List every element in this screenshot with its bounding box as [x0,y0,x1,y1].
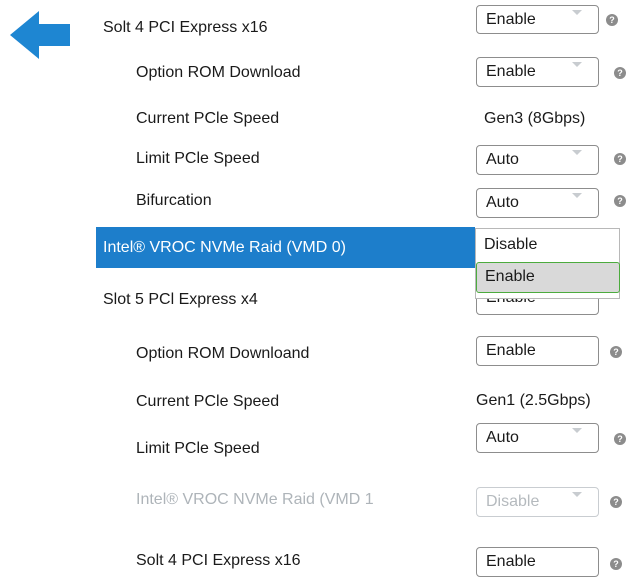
limit-speed-select-value: Auto [486,151,519,168]
help-icon[interactable]: ? [614,195,626,207]
bifurcation-select[interactable]: Auto [476,188,599,218]
help-icon[interactable]: ? [606,14,618,26]
option-rom-2-label: Option ROM Downloand [136,345,310,362]
chevron-down-icon [572,492,582,497]
back-arrow-icon[interactable] [10,11,72,59]
help-icon[interactable]: ? [614,153,626,165]
help-icon[interactable]: ? [610,346,622,358]
vroc-vmd0-label: Intel® VROC NVMe Raid (VMD 0) [103,239,346,256]
option-rom-2-select[interactable]: Enable [476,336,599,366]
option-rom-select-value: Enable [486,63,536,80]
slot4-repeat-select-value: Enable [486,553,536,570]
limit-speed-label: Limit PCle Speed [136,150,260,167]
bifurcation-select-value: Auto [486,194,519,211]
limit-speed-2-select[interactable]: Auto [476,423,599,453]
bifurcation-label: Bifurcation [136,192,212,209]
chevron-down-icon [572,150,582,155]
help-icon[interactable]: ? [610,558,622,570]
vroc-vmd1-select-value: Disable [486,493,540,510]
current-speed-value: Gen3 (8Gbps) [484,110,586,127]
chevron-down-icon [572,193,582,198]
help-icon[interactable]: ? [614,67,626,79]
dropdown-option-enable[interactable]: Enable [476,262,620,293]
option-rom-label: Option ROM Download [136,64,301,81]
vroc-vmd1-label: Intel® VROC NVMe Raid (VMD 1 [136,491,374,508]
slot4-select-value: Enable [486,11,536,28]
chevron-down-icon [572,428,582,433]
limit-speed-2-select-value: Auto [486,429,519,446]
help-icon[interactable]: ? [614,433,626,445]
vroc-vmd0-row[interactable]: Intel® VROC NVMe Raid (VMD 0) [96,227,475,268]
slot4-repeat-label: Solt 4 PCI Express x16 [136,552,301,569]
slot5-label: Slot 5 PCl Express x4 [103,291,258,308]
vroc-vmd1-select: Disable [476,487,599,517]
limit-speed-2-label: Limit PCle Speed [136,440,260,457]
limit-speed-select[interactable]: Auto [476,145,599,175]
slot4-repeat-select[interactable]: Enable [476,547,599,577]
option-rom-2-select-value: Enable [486,342,536,359]
chevron-down-icon [572,62,582,67]
slot4-label: Solt 4 PCI Express x16 [103,19,268,36]
current-speed-label: Current PCle Speed [136,110,280,127]
current-speed-2-label: Current PCle Speed [136,393,280,410]
slot4-select[interactable]: Enable [476,5,599,34]
vroc-vmd0-dropdown: Disable Enable [475,228,620,299]
help-icon[interactable]: ? [610,496,622,508]
dropdown-option-disable[interactable]: Disable [476,231,619,261]
current-speed-2-value: Gen1 (2.5Gbps) [476,392,591,409]
option-rom-select[interactable]: Enable [476,57,599,87]
chevron-down-icon [572,10,582,15]
